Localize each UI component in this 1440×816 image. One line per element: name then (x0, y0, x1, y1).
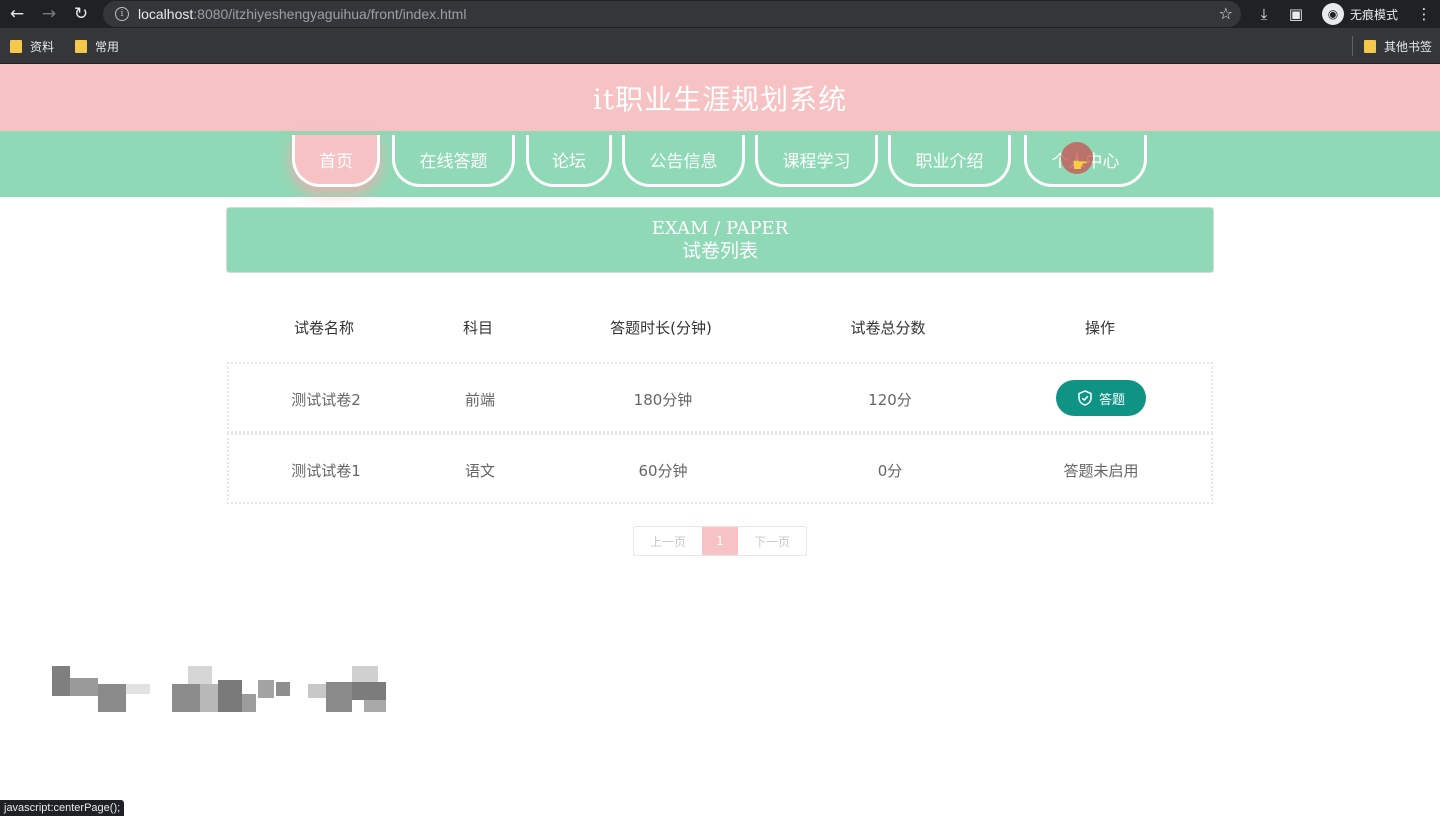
nav-announcements[interactable]: 公告信息 (622, 135, 745, 187)
incognito-label: 无痕模式 (1349, 7, 1398, 22)
shield-check-icon (1078, 390, 1092, 406)
pointer-hand-icon: ☛ (1072, 155, 1089, 176)
cell-duration: 180分钟 (633, 391, 693, 409)
answer-button[interactable]: 答题 (1056, 380, 1146, 416)
download-icon[interactable]: ⤓ (1248, 0, 1280, 28)
side-panel-icon[interactable]: ▣ (1280, 0, 1312, 28)
back-arrow-icon[interactable]: ← (6, 3, 28, 25)
folder-icon (1364, 40, 1376, 53)
section-banner: EXAM / PAPER 试卷列表 (226, 207, 1214, 273)
col-header-duration: 答题时长(分钟) (610, 319, 712, 337)
table-row: 测试试卷1 语文 60分钟 0分 答题未启用 (227, 433, 1213, 504)
section-title-en: EXAM / PAPER (651, 218, 789, 239)
bookmarks-bar: 资料 常用 其他书签 (0, 28, 1440, 64)
status-bar-url: javascript:centerPage(); (0, 800, 125, 816)
col-header-subject: 科目 (462, 319, 494, 337)
prev-page-button[interactable]: 上一页 (634, 527, 702, 555)
cell-subject: 前端 (464, 391, 496, 409)
incognito-indicator[interactable]: ◉ 无痕模式 (1312, 3, 1408, 25)
cell-score: 120分 (868, 391, 912, 409)
url-text: localhost:8080/itzhiyeshengyaguihua/fron… (138, 6, 467, 22)
cell-paper-name: 测试试卷2 (291, 391, 361, 409)
bookmarks-divider (1352, 36, 1353, 56)
folder-icon (10, 40, 22, 53)
reload-icon[interactable]: ↻ (70, 3, 92, 25)
col-header-action: 操作 (1084, 319, 1116, 337)
address-bar[interactable]: i localhost:8080/itzhiyeshengyaguihua/fr… (103, 1, 1241, 27)
cell-subject: 语文 (464, 462, 496, 480)
next-page-button[interactable]: 下一页 (738, 527, 806, 555)
cell-action-disabled: 答题未启用 (1063, 462, 1139, 480)
bookmark-folder-changyong[interactable]: 常用 (75, 38, 119, 55)
browser-toolbar: ← → ↻ i localhost:8080/itzhiyeshengyagui… (0, 0, 1440, 28)
nav-forum[interactable]: 论坛 (526, 135, 612, 187)
redacted-mosaic (48, 666, 390, 714)
cell-score: 0分 (877, 462, 903, 480)
nav-courses[interactable]: 课程学习 (755, 135, 878, 187)
nav-careers[interactable]: 职业介绍 (888, 135, 1011, 187)
nav-online-quiz[interactable]: 在线答题 (392, 135, 515, 187)
menu-kebab-icon[interactable]: ⋮ (1408, 0, 1440, 28)
col-header-total-score: 试卷总分数 (850, 319, 926, 337)
bookmark-folder-ziliao[interactable]: 资料 (10, 38, 54, 55)
main-nav: 首页 在线答题 论坛 公告信息 课程学习 职业介绍 个人中心 (0, 131, 1440, 197)
forward-arrow-icon[interactable]: → (38, 3, 60, 25)
site-title: it职业生涯规划系统 (592, 82, 848, 116)
nav-home[interactable]: 首页 (292, 135, 380, 187)
incognito-icon: ◉ (1321, 3, 1344, 25)
folder-icon (75, 40, 87, 53)
answer-button-label: 答题 (1098, 392, 1125, 408)
site-info-icon[interactable]: i (115, 7, 129, 21)
cell-paper-name: 测试试卷1 (291, 462, 361, 480)
section-title-cn: 试卷列表 (681, 240, 758, 262)
table-header: 试卷名称 科目 答题时长(分钟) 试卷总分数 操作 (226, 304, 1214, 348)
col-header-name: 试卷名称 (293, 319, 355, 337)
cell-duration: 60分钟 (638, 462, 688, 480)
pagination: 上一页 1 下一页 (633, 526, 807, 556)
bookmark-folder-other[interactable]: 其他书签 (1364, 38, 1432, 55)
bookmark-star-icon[interactable]: ☆ (1219, 4, 1233, 23)
site-header: it职业生涯规划系统 (0, 64, 1440, 131)
current-page[interactable]: 1 (702, 527, 738, 555)
table-row: 测试试卷2 前端 180分钟 120分 答题 (227, 362, 1213, 433)
